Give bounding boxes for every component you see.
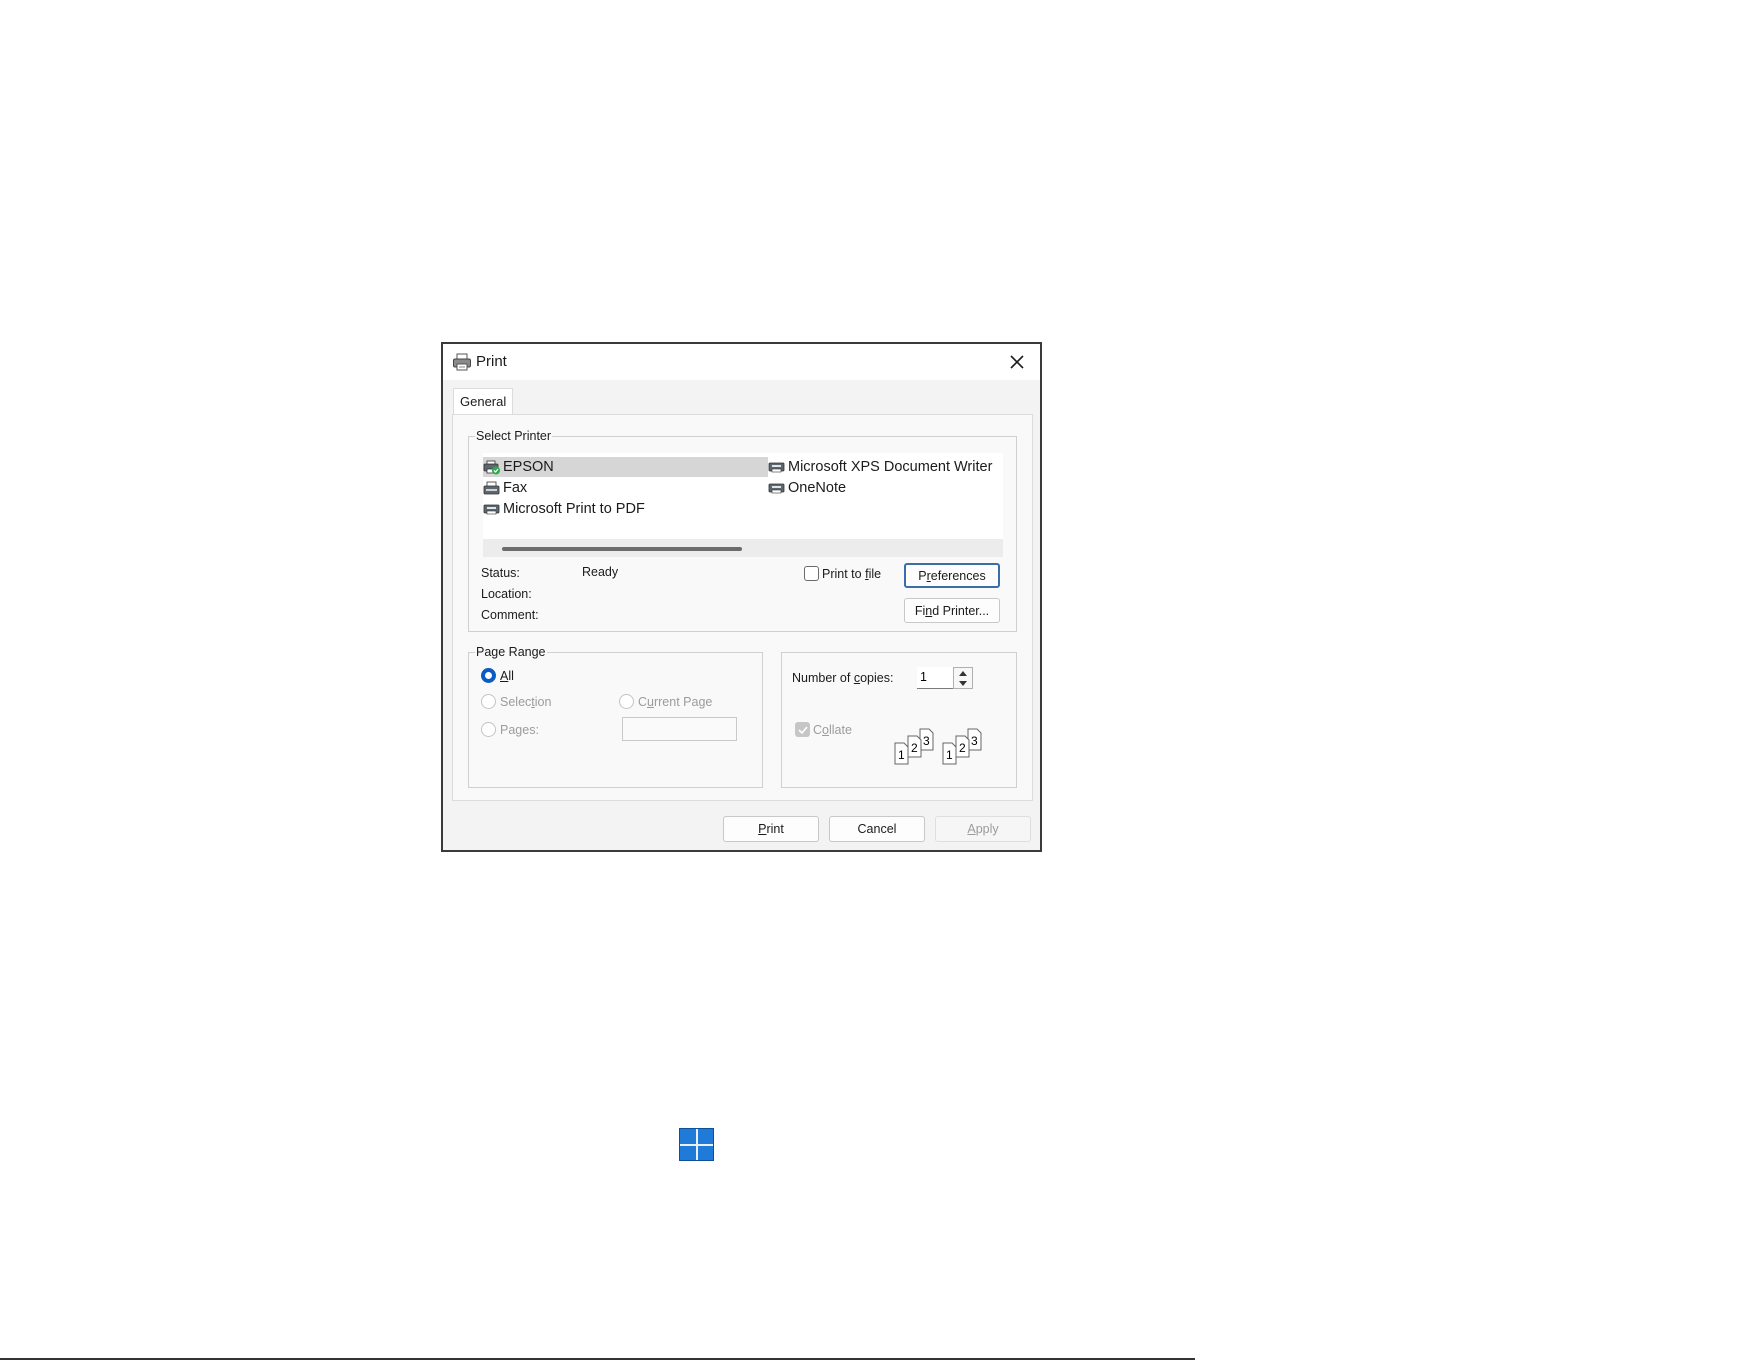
checkmark-icon [797,725,808,734]
preferences-button[interactable]: Pr eferences [904,563,1000,588]
spin-up-button[interactable] [954,668,972,678]
printer-item-onenote[interactable]: OneNote [768,478,846,498]
printer-icon [483,504,500,514]
printer-icon [453,353,471,371]
pages-input[interactable] [622,717,737,741]
radio-pages[interactable] [481,722,496,737]
fax-icon [483,481,500,494]
page: Print General Select Printer EPSON Fax M… [0,0,1761,1361]
print-button[interactable]: Print [723,816,819,842]
printer-name: Fax [503,480,528,496]
collate-digit: 2 [959,741,966,755]
print-to-file-checkbox[interactable] [804,566,819,581]
radio-pages-label: Pages: [500,723,539,737]
find-printer-button[interactable]: Fi n d Printer... [904,598,1000,623]
collate-digit: 2 [911,741,918,755]
printer-name: Microsoft XPS Document Writer [788,459,993,475]
horizontal-scrollbar[interactable] [483,539,1003,557]
location-label: Location: [481,587,532,601]
collate-pages-icon: 3 2 1 3 2 1 [894,728,982,765]
printer-item-xps[interactable]: Microsoft XPS Document Writer [768,457,992,477]
windows-start-icon [679,1128,714,1161]
status-value: Ready [582,565,619,579]
print-to-file-label: Print to file [822,567,882,581]
radio-all-label: All [500,669,514,683]
title-bar: Print [443,344,1040,380]
collate-digit: 3 [923,734,930,748]
select-printer-label: Select Printer [475,428,553,444]
comment-label: Comment: [481,608,539,622]
radio-all[interactable] [481,668,496,683]
radio-selection-label: Selection [500,695,552,709]
general-panel: Select Printer EPSON Fax Microsoft Print… [452,414,1033,801]
spin-down-button[interactable] [954,678,972,688]
printer-icon [768,462,785,472]
close-icon [1010,355,1024,369]
printer-item-epson[interactable]: EPSON [483,457,768,477]
printer-default-icon [483,460,500,474]
printer-list[interactable]: EPSON Fax Microsoft Print to PDF Microso… [483,453,1003,557]
print-dialog: Print General Select Printer EPSON Fax M… [441,342,1042,852]
copies-input[interactable]: 1 [917,667,953,689]
radio-current-page-label: Current Page [638,695,713,709]
printer-name: EPSON [503,459,554,475]
status-label: Status: [481,566,520,580]
close-button[interactable] [994,344,1040,380]
select-printer-group: Select Printer EPSON Fax Microsoft Print… [468,428,1017,632]
copies-spinner [953,667,973,689]
radio-current-page[interactable] [619,694,634,709]
printer-icon [768,483,785,493]
collate-digit: 3 [971,734,978,748]
printer-item-pdf[interactable]: Microsoft Print to PDF [483,499,645,519]
page-range-label: Page Range [475,644,547,660]
copies-label: Number of copies: [792,671,894,685]
scrollbar-thumb[interactable] [502,547,742,551]
collate-checkbox[interactable] [795,722,810,737]
collate-label: Collate [813,723,852,737]
cancel-button[interactable]: Cancel [829,816,925,842]
printer-name: Microsoft Print to PDF [503,501,645,517]
apply-button[interactable]: Apply [935,816,1031,842]
printer-name: OneNote [788,480,847,496]
page-range-group: Page Range All Selection Current Page Pa… [468,644,763,788]
chevron-up-icon [959,670,967,676]
dialog-title: Print [476,353,507,370]
collate-digit: 1 [898,748,905,762]
tab-general[interactable]: General [453,388,514,414]
radio-selection[interactable] [481,694,496,709]
divider [0,1358,1195,1360]
copies-group: Number of copies: 1 Collate 3 2 1 3 2 1 [781,652,1017,788]
printer-item-fax[interactable]: Fax [483,478,527,498]
chevron-down-icon [959,680,967,686]
collate-digit: 1 [946,748,953,762]
